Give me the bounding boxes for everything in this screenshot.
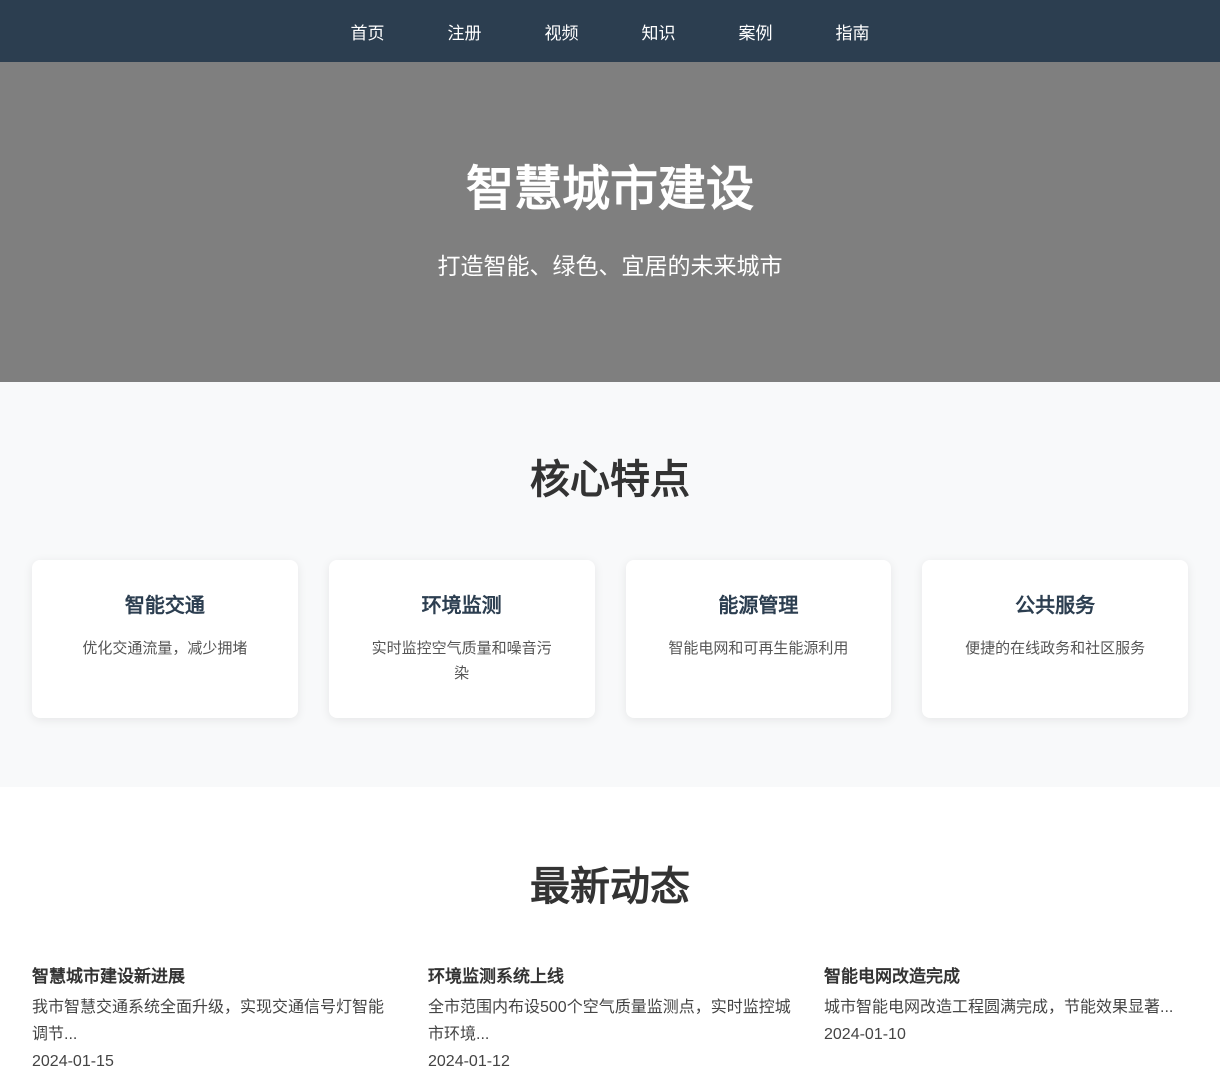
hero-subtitle: 打造智能、绿色、宜居的未来城市 [438,250,783,282]
feature-card-public-service: 公共服务 便捷的在线政务和社区服务 [922,560,1188,718]
news-item-date: 2024-01-12 [428,1048,792,1075]
feature-card-description: 实时监控空气质量和噪音污染 [367,636,557,686]
nav-link-guide[interactable]: 指南 [836,19,870,44]
news-section: 最新动态 智慧城市建设新进展 我市智慧交通系统全面升级，实现交通信号灯智能调节.… [0,787,1220,1089]
nav-link-cases[interactable]: 案例 [739,19,773,44]
news-item-title: 智能电网改造完成 [824,965,1188,989]
features-heading: 核心特点 [32,452,1188,508]
feature-card-title: 公共服务 [960,592,1150,620]
news-grid: 智慧城市建设新进展 我市智慧交通系统全面升级，实现交通信号灯智能调节... 20… [32,965,1188,1075]
feature-card-title: 环境监测 [367,592,557,620]
nav-link-register[interactable]: 注册 [448,19,482,44]
nav-link-home[interactable]: 首页 [351,19,385,44]
feature-card-row: 智能交通 优化交通流量，减少拥堵 环境监测 实时监控空气质量和噪音污染 能源管理… [32,560,1188,718]
feature-card-environment: 环境监测 实时监控空气质量和噪音污染 [329,560,595,718]
news-item: 智慧城市建设新进展 我市智慧交通系统全面升级，实现交通信号灯智能调节... 20… [32,965,396,1075]
news-item-date: 2024-01-10 [824,1021,1188,1048]
news-item-summary: 全市范围内布设500个空气质量监测点，实时监控城市环境... [428,994,792,1048]
top-navbar: 首页 注册 视频 知识 案例 指南 [0,0,1220,62]
feature-card-title: 能源管理 [664,592,854,620]
feature-card-description: 便捷的在线政务和社区服务 [960,636,1150,661]
feature-card-description: 优化交通流量，减少拥堵 [70,636,260,661]
news-item: 智能电网改造完成 城市智能电网改造工程圆满完成，节能效果显著... 2024-0… [824,965,1188,1075]
hero-title: 智慧城市建设 [466,162,754,218]
news-item-title: 环境监测系统上线 [428,965,792,989]
hero-banner: 智慧城市建设 打造智能、绿色、宜居的未来城市 [0,62,1220,382]
feature-card-title: 智能交通 [70,592,260,620]
features-section: 核心特点 智能交通 优化交通流量，减少拥堵 环境监测 实时监控空气质量和噪音污染… [0,382,1220,787]
feature-card-energy: 能源管理 智能电网和可再生能源利用 [626,560,892,718]
feature-card-description: 智能电网和可再生能源利用 [664,636,854,661]
nav-link-knowledge[interactable]: 知识 [642,19,676,44]
news-item-date: 2024-01-15 [32,1048,396,1075]
news-heading: 最新动态 [32,859,1188,915]
news-item-summary: 我市智慧交通系统全面升级，实现交通信号灯智能调节... [32,994,396,1048]
news-item-summary: 城市智能电网改造工程圆满完成，节能效果显著... [824,994,1188,1021]
news-item-title: 智慧城市建设新进展 [32,965,396,989]
feature-card-traffic: 智能交通 优化交通流量，减少拥堵 [32,560,298,718]
news-item: 环境监测系统上线 全市范围内布设500个空气质量监测点，实时监控城市环境... … [428,965,792,1075]
nav-link-video[interactable]: 视频 [545,19,579,44]
